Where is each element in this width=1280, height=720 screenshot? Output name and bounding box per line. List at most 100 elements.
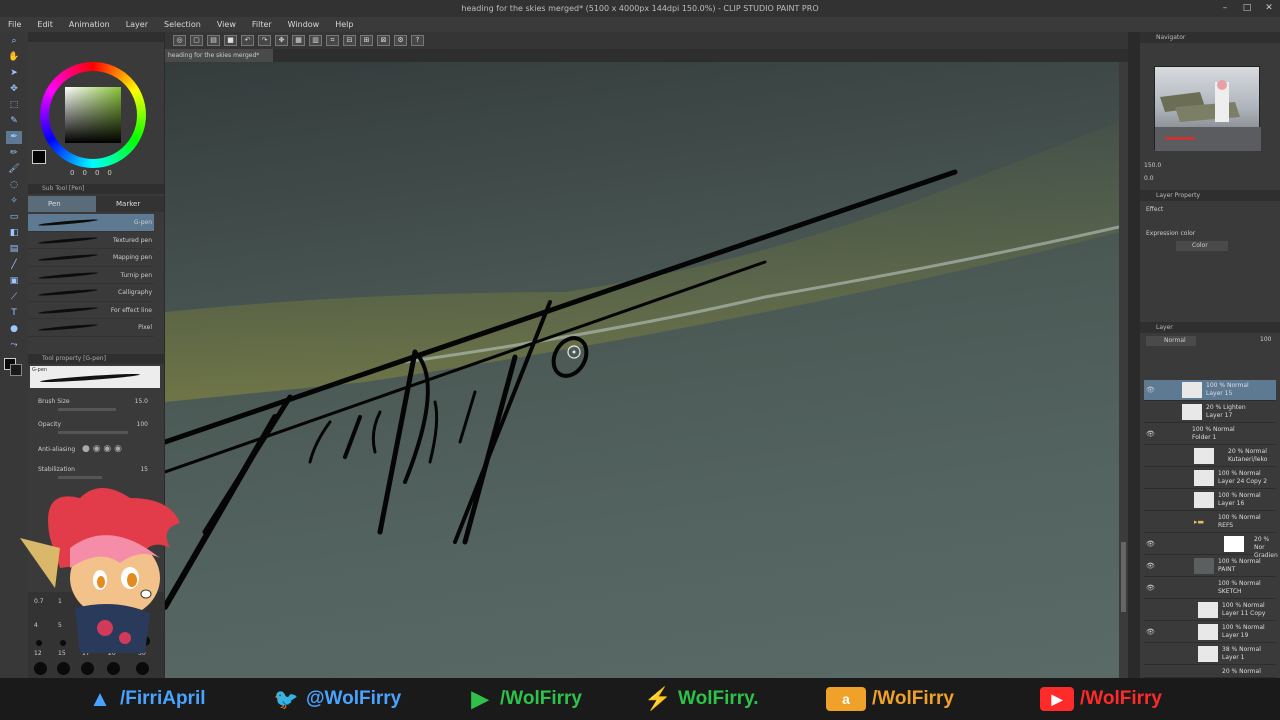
brush-g-pen[interactable]: G-pen	[28, 214, 154, 232]
eyedropper-icon[interactable]: ✎	[6, 115, 22, 128]
color-wheel[interactable]	[40, 62, 146, 168]
clip-studio-icon[interactable]: ◎	[173, 35, 186, 46]
text-tool-icon[interactable]: T	[6, 307, 22, 320]
brush-tool-icon[interactable]: 🖌	[6, 163, 22, 176]
correct-line-icon[interactable]: ⤳	[6, 339, 22, 352]
figure-tool-icon[interactable]: ╱	[6, 259, 22, 272]
expression-color-select[interactable]: Color	[1176, 241, 1228, 251]
crop-icon[interactable]: ⌗	[326, 35, 339, 46]
main-color-chip[interactable]	[32, 150, 46, 164]
zoom-tool-icon[interactable]: ⌕	[6, 35, 22, 48]
menu-edit[interactable]: Edit	[29, 17, 61, 32]
canvas-scrollbar[interactable]	[1119, 62, 1128, 678]
eye-icon[interactable]: 👁	[1146, 540, 1155, 548]
fill-tool-icon[interactable]: ◧	[6, 227, 22, 240]
eye-icon[interactable]: 👁	[1146, 628, 1155, 636]
layer-row[interactable]: 100 % Normal Layer 11 Copy	[1144, 600, 1276, 621]
scrollbar-thumb[interactable]	[1121, 542, 1126, 612]
document-tab[interactable]: heading for the skies merged*	[165, 49, 273, 62]
eye-icon[interactable]: 👁	[1146, 386, 1155, 394]
menu-layer[interactable]: Layer	[118, 17, 156, 32]
eraser-icon[interactable]: ▭	[6, 211, 22, 224]
stabilization-row[interactable]: Stabilization 15	[38, 466, 158, 479]
maximize-button[interactable]: □	[1236, 0, 1258, 17]
color-swatch[interactable]	[4, 358, 22, 376]
operation-tool-icon[interactable]: ➤	[6, 67, 22, 80]
brush-size-row[interactable]: Brush Size 15.0	[38, 398, 158, 411]
blend-mode-select[interactable]: Normal	[1146, 336, 1196, 346]
menu-file[interactable]: File	[0, 17, 29, 32]
snap-grid-icon[interactable]: ⊞	[360, 35, 373, 46]
selection-tool-icon[interactable]: ⬚	[6, 99, 22, 112]
snap-ruler-icon[interactable]: ⊟	[343, 35, 356, 46]
layer-row[interactable]: 38 % Normal Layer 1	[1144, 644, 1276, 665]
gradient-icon[interactable]: ▤	[6, 243, 22, 256]
layer-row[interactable]: 👁 100 % Normal Layer 19	[1144, 622, 1276, 643]
open-file-icon[interactable]: ▤	[207, 35, 220, 46]
color-saturation-square[interactable]	[65, 87, 121, 143]
frame-tool-icon[interactable]: ▣	[6, 275, 22, 288]
eye-icon[interactable]: 👁	[1146, 584, 1155, 592]
anti-alias-row[interactable]: Anti-aliasing ● ◉ ◉ ◉	[38, 444, 158, 454]
opacity-row[interactable]: Opacity 100	[38, 421, 158, 434]
layer-row[interactable]: 20 % Lighten Layer 17	[1144, 402, 1276, 423]
eye-icon[interactable]: 👁	[1146, 562, 1155, 570]
canvas[interactable]	[165, 62, 1119, 678]
layer-row[interactable]: ▸▬ 100 % Normal REFS	[1144, 512, 1276, 533]
layer-row[interactable]: 20 % Normal Kutaneri/leko	[1144, 446, 1276, 467]
fill-icon[interactable]: ▥	[309, 35, 322, 46]
blend-tool-icon[interactable]: ✧	[6, 195, 22, 208]
airbrush-icon[interactable]: ◌	[6, 179, 22, 192]
save-icon[interactable]: ■	[224, 35, 237, 46]
brush-turnip-pen[interactable]: Turnip pen	[28, 267, 154, 284]
settings-icon[interactable]: ⚙	[394, 35, 407, 46]
menu-view[interactable]: View	[209, 17, 244, 32]
tab-marker[interactable]: Marker	[96, 196, 164, 212]
anti-alias-options[interactable]: ● ◉ ◉ ◉	[82, 444, 122, 454]
layer-row[interactable]: 👁 100 % Normal PAINT	[1144, 556, 1276, 577]
transform-icon[interactable]: ✥	[275, 35, 288, 46]
twitter-icon: 🐦	[273, 688, 299, 711]
layer-row[interactable]: 👁 100 % Normal SKETCH	[1144, 578, 1276, 599]
snap-special-icon[interactable]: ⊠	[377, 35, 390, 46]
layer-opacity[interactable]: 100	[1260, 336, 1271, 343]
new-file-icon[interactable]: ▢	[190, 35, 203, 46]
move-layer-icon[interactable]: ✥	[6, 83, 22, 96]
social-footer: ▲ /FirriApril 🐦 @WolFirry ▶ /WolFirry ⚡ …	[0, 678, 1280, 720]
help-icon[interactable]: ?	[411, 35, 424, 46]
opacity-slider[interactable]	[58, 431, 128, 434]
menu-window[interactable]: Window	[280, 17, 328, 32]
brush-textured-pen[interactable]: Textured pen	[28, 232, 154, 249]
tool-property-header: Tool property [G-pen]	[28, 354, 164, 364]
brush-pixel[interactable]: Pixel	[28, 319, 154, 337]
pen-tool-icon[interactable]: ✒	[6, 131, 22, 144]
balloon-icon[interactable]: ●	[6, 323, 22, 336]
navigator-preview[interactable]	[1154, 66, 1261, 151]
menu-animation[interactable]: Animation	[61, 17, 118, 32]
menu-selection[interactable]: Selection	[156, 17, 209, 32]
layer-row[interactable]: 👁 100 % Normal Folder 1	[1144, 424, 1276, 445]
layer-row[interactable]: 20 % Normal	[1144, 666, 1276, 678]
brush-size-slider[interactable]	[58, 408, 116, 411]
menu-help[interactable]: Help	[327, 17, 361, 32]
layer-row[interactable]: 👁 20 % Nor Gradien	[1144, 534, 1278, 559]
tab-pen[interactable]: Pen	[28, 196, 96, 212]
navigator-angle[interactable]: 0.0	[1144, 175, 1154, 182]
hand-tool-icon[interactable]: ✋	[6, 51, 22, 64]
redo-icon[interactable]: ↷	[258, 35, 271, 46]
eye-icon[interactable]: 👁	[1146, 430, 1155, 438]
navigator-zoom[interactable]: 150.0	[1144, 162, 1161, 169]
layer-row[interactable]: 100 % Normal Layer 24 Copy 2	[1144, 468, 1276, 489]
minimize-button[interactable]: –	[1214, 0, 1236, 17]
brush-mapping-pen[interactable]: Mapping pen	[28, 249, 154, 267]
layer-row[interactable]: 👁 100 % Normal Layer 15	[1144, 380, 1276, 401]
brush-effect-line[interactable]: For effect line	[28, 302, 154, 319]
clear-icon[interactable]: ▦	[292, 35, 305, 46]
brush-calligraphy[interactable]: Calligraphy	[28, 284, 154, 302]
ruler-icon[interactable]: ⟋	[6, 291, 22, 304]
close-button[interactable]: ✕	[1258, 0, 1280, 17]
menu-filter[interactable]: Filter	[244, 17, 280, 32]
layer-row[interactable]: 100 % Normal Layer 16	[1144, 490, 1276, 511]
pencil-tool-icon[interactable]: ✏	[6, 147, 22, 160]
undo-icon[interactable]: ↶	[241, 35, 254, 46]
